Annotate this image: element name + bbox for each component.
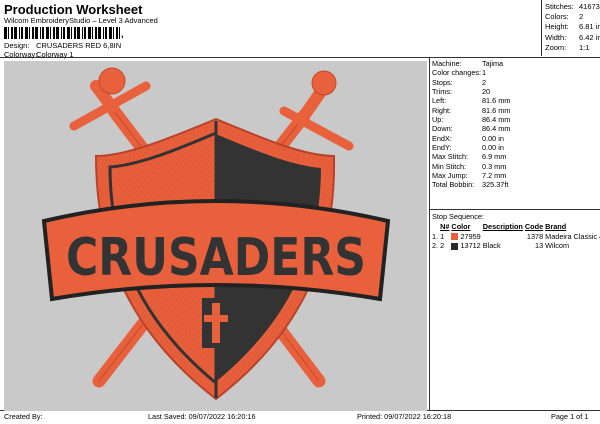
machine-params: Machine: Tajima Color changes:1 Stops: 2 T… xyxy=(432,59,510,190)
barcode xyxy=(4,27,120,39)
param-row: Total Bobbin: 325.37ft xyxy=(432,180,509,190)
param-row: EndY: 0.00 in xyxy=(432,143,504,153)
barcode-bar xyxy=(29,27,30,39)
barcode-bar xyxy=(88,27,91,39)
param-row: Left: 81.6 mm xyxy=(432,96,511,106)
wordmark-banner: CRUSADERS xyxy=(41,199,391,302)
barcode-bar xyxy=(67,27,70,39)
barcode-bar xyxy=(35,27,38,39)
barcode-bar xyxy=(84,27,86,39)
barcode-bar xyxy=(92,27,93,39)
table-header: N# Color Description Code Brand xyxy=(440,222,567,232)
param-row: EndX: 0.00 in xyxy=(432,133,504,143)
barcode-bar xyxy=(82,27,83,39)
design-row: Design: CRUSADERS RED 6,8IN xyxy=(4,41,121,50)
stop-sequence-title: Stop Sequence: xyxy=(432,212,484,221)
stat-stitches: Stitches: 41673 xyxy=(545,2,600,11)
barcode-bar xyxy=(50,27,51,39)
param-row: Trims: 20 xyxy=(432,87,491,97)
stat-colors: Colors: 2 xyxy=(545,12,584,22)
barcode-bar xyxy=(19,27,20,39)
barcode-bar xyxy=(4,27,7,39)
barcode-bar xyxy=(46,27,49,39)
param-row: Color changes:1 xyxy=(432,68,487,78)
stat-width: Width: 6.42 in xyxy=(545,32,600,42)
param-row: Max Stitch: 6.9 mm xyxy=(432,152,507,162)
stat-zoom: Zoom: 1:1 xyxy=(545,42,590,52)
table-row: 1. 1 27959 1378 Madeira Classic 40 xyxy=(432,231,600,241)
table-row: 2. 2 13712 Black 13 Wilcom xyxy=(432,241,570,251)
design-label: Design: xyxy=(4,41,30,50)
barcode-bar xyxy=(116,27,118,39)
footer-page: Page 1 of 1 xyxy=(551,412,589,421)
canvas-divider xyxy=(429,57,430,411)
footer-created-by: Created By: xyxy=(4,412,43,421)
design-value: CRUSADERS RED 6,8IN xyxy=(36,41,122,50)
barcode-bar xyxy=(61,27,62,39)
barcode-bar xyxy=(74,27,76,39)
barcode-bar xyxy=(105,27,107,39)
stats-panel: Stitches: 41673 Colors: 2 Height: 6.81 in W… xyxy=(545,2,600,53)
barcode-bar xyxy=(103,27,104,39)
crusaders-logo: CRUSADERS xyxy=(41,67,391,401)
header-divider xyxy=(0,57,600,58)
barcode-bar xyxy=(42,27,44,39)
stats-divider xyxy=(541,0,542,56)
stat-height: Height: 6.81 in xyxy=(545,22,600,32)
cross-icon xyxy=(202,298,230,348)
barcode-bar xyxy=(21,27,23,39)
param-row: Stops: 2 xyxy=(432,77,487,87)
barcode-bar xyxy=(8,27,9,39)
crusaders-wordmark: CRUSADERS xyxy=(66,228,366,288)
color-swatch xyxy=(451,242,459,250)
page-title: Production Worksheet xyxy=(4,2,143,17)
color-swatch xyxy=(451,233,459,241)
stop-sequence-table: N# Color Description Code Brand 1. 1 279… xyxy=(432,222,600,251)
barcode-suffix: , xyxy=(121,29,124,39)
param-row: Machine: Tajima xyxy=(432,59,504,68)
software-subtitle: Wilcom EmbroideryStudio – Level 3 Advanc… xyxy=(4,16,158,25)
barcode-bar xyxy=(71,27,72,39)
barcode-bar xyxy=(95,27,97,39)
barcode-bar xyxy=(109,27,112,39)
footer-last-saved: Last Saved: 09/07/2022 16:20:16 xyxy=(148,412,256,421)
barcode-bar xyxy=(98,27,101,39)
barcode-bar xyxy=(14,27,17,39)
barcode-bar xyxy=(56,27,59,39)
param-row: Max Jump: 7.2 mm xyxy=(432,171,507,181)
param-row: Min Stitch: 0.3 mm xyxy=(432,161,507,171)
barcode-bar xyxy=(40,27,41,39)
barcode-bar xyxy=(53,27,55,39)
param-row: Right: 81.6 mm xyxy=(432,105,511,115)
barcode-bar xyxy=(77,27,80,39)
param-row: Up: 86.4 mm xyxy=(432,115,511,125)
barcode-bar xyxy=(11,27,13,39)
barcode-bar xyxy=(32,27,34,39)
design-preview: CRUSADERS xyxy=(4,61,427,411)
barcode-bar xyxy=(25,27,28,39)
footer-printed: Printed: 09/07/2022 16:20:18 xyxy=(357,412,452,421)
params-divider xyxy=(430,209,600,210)
barcode-bar xyxy=(113,27,114,39)
param-row: Down: 86.4 mm xyxy=(432,124,511,134)
barcode-bar xyxy=(63,27,65,39)
barcode-bar xyxy=(119,27,120,39)
